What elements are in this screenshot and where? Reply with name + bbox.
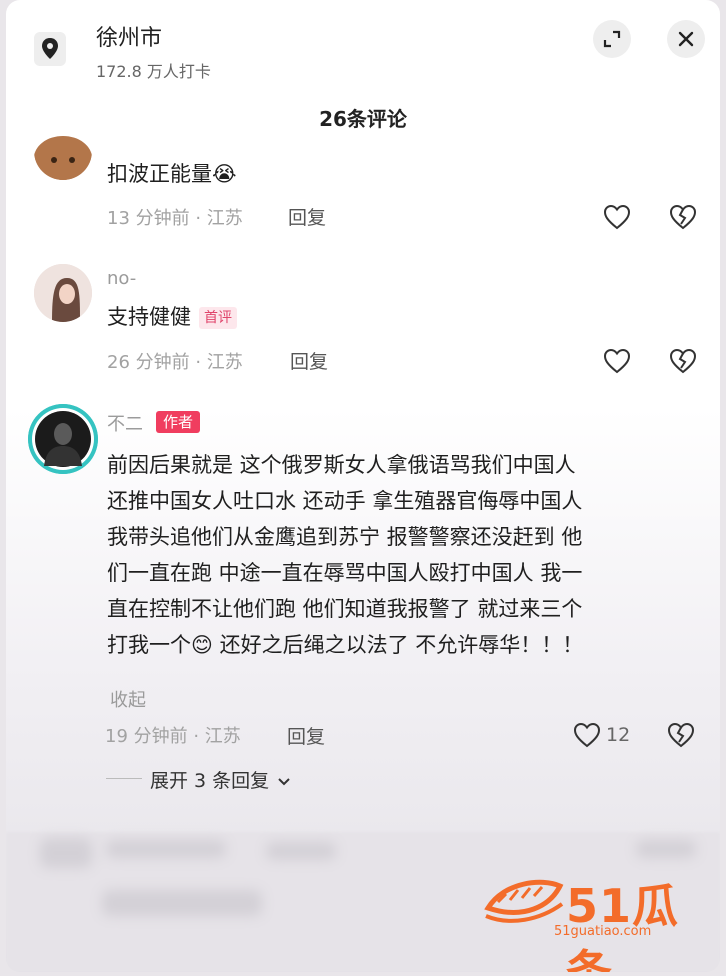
author-badge: 作者 — [156, 411, 201, 433]
avatar-icon — [34, 264, 92, 322]
dislike-heart-icon[interactable] — [669, 204, 697, 230]
minimize-button[interactable] — [593, 20, 631, 58]
comment-count-title: 26条评论 — [319, 107, 407, 131]
first-comment-badge: 首评 — [199, 307, 237, 329]
watermark-brand: 51瓜条 — [566, 879, 680, 972]
comment-line: 直在控制不让他们跑 他们知道我报警了 就过来三个 — [107, 597, 583, 621]
avatar[interactable] — [34, 118, 92, 180]
comment-time-location: 26 分钟前 · 江苏 — [107, 352, 243, 373]
avatar-icon — [28, 404, 98, 474]
crying-emoji-icon: 😭 — [212, 162, 237, 186]
location-pin-icon — [34, 32, 66, 66]
comment-text-body: 扣波正能量 — [107, 162, 212, 186]
comment-line: 们一直在跑 中途一直在辱骂中国人殴打中国人 我一 — [107, 561, 583, 585]
comment-text: 扣波正能量😭 — [107, 157, 237, 191]
blurred-meta — [636, 840, 696, 858]
comments-panel: 徐州市 172.8 万人打卡 26条评论 扣波正能量😭 13 分钟前 · 江苏 … — [6, 0, 720, 972]
username[interactable]: no- — [107, 268, 136, 289]
expand-replies-label: 展开 3 条回复 — [150, 770, 270, 792]
dislike-heart-icon[interactable] — [667, 722, 695, 748]
close-icon — [678, 31, 694, 47]
reply-button[interactable]: 回复 — [290, 347, 328, 374]
avatar-icon — [34, 118, 92, 180]
minimize-icon — [603, 30, 621, 48]
collapse-button[interactable]: 收起 — [110, 686, 146, 712]
comment-time-location: 19 分钟前 · 江苏 — [105, 726, 241, 747]
comment-text: 支持健健 首评 — [107, 300, 237, 334]
like-heart-icon[interactable] — [603, 204, 631, 230]
watermark-logo: 51瓜条 51guatiao.com — [484, 868, 714, 972]
expand-replies-button[interactable]: 展开 3 条回复 — [150, 766, 291, 793]
location-title[interactable]: 徐州市 — [96, 20, 162, 52]
comment-line: 打我一个😊 还好之后绳之以法了 不允许辱华！！！ — [107, 628, 583, 662]
close-button[interactable] — [667, 20, 705, 58]
checkin-count: 172.8 万人打卡 — [96, 62, 211, 81]
comment-line-start: 打我一个 — [107, 633, 191, 657]
like-count: 12 — [606, 724, 631, 746]
reply-button[interactable]: 回复 — [288, 203, 326, 230]
chevron-down-icon — [278, 778, 290, 786]
avatar[interactable] — [34, 264, 92, 322]
like-heart-icon[interactable] — [573, 722, 601, 748]
reply-button[interactable]: 回复 — [287, 722, 325, 749]
watermark-url: 51guatiao.com — [554, 924, 652, 939]
comment-line: 前因后果就是 这个俄罗斯女人拿俄语骂我们中国人 — [107, 453, 576, 477]
comment-line-end: 还好之后绳之以法了 不允许辱华！！！ — [212, 633, 584, 657]
expand-divider — [106, 778, 142, 779]
blurred-username — [106, 840, 226, 858]
blurred-text — [102, 890, 262, 916]
username[interactable]: 不二 — [107, 410, 143, 436]
blurred-tag — [266, 842, 336, 860]
comment-text-body: 支持健健 — [107, 305, 191, 329]
comment-time-location: 13 分钟前 · 江苏 — [107, 208, 243, 229]
smile-emoji-icon: 😊 — [191, 633, 213, 657]
watermark-melon-icon — [484, 879, 564, 923]
dislike-heart-icon[interactable] — [669, 348, 697, 374]
comment-line: 还推中国女人吐口水 还动手 拿生殖器官侮辱中国人 — [107, 489, 583, 513]
blurred-avatar — [40, 838, 92, 868]
like-heart-icon[interactable] — [603, 348, 631, 374]
avatar[interactable] — [28, 404, 98, 474]
comment-line: 我带头追他们从金鹰追到苏宁 报警警察还没赶到 他 — [107, 525, 583, 549]
